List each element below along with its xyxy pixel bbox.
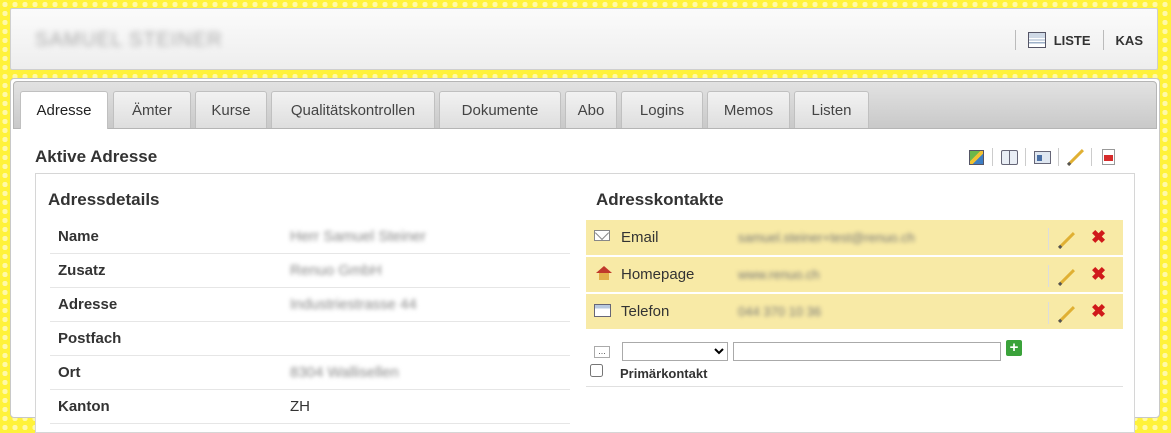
card-button[interactable] [1029, 147, 1055, 167]
detail-value: Industriestrasse 44 [290, 296, 417, 313]
contact-row-telefon: Telefon 044 370 10 36 ✖ [586, 294, 1123, 331]
table-row: Kanton ZH [50, 390, 570, 424]
contacts-title: Adresskontakte [596, 190, 724, 209]
main-panel: Adresse Ämter Kurse Qualitätskontrollen … [10, 78, 1160, 433]
top-nav: LISTE KAS [1003, 30, 1143, 50]
pencil-icon [1058, 269, 1075, 286]
add-contact-row: ... + Primärkontakt [586, 338, 1123, 387]
table-row: Postfach [50, 322, 570, 356]
row-divider [1048, 265, 1049, 287]
address-content: Adressdetails Name Herr Samuel Steiner Z… [35, 173, 1135, 433]
table-row: Ort 8304 Wallisellen [50, 356, 570, 390]
nav-liste-label: LISTE [1053, 32, 1091, 48]
contact-value: www.renuo.ch [738, 267, 820, 282]
nav-kas[interactable]: KAS [1116, 33, 1143, 48]
image-icon [968, 149, 984, 165]
table-row: Name Herr Samuel Steiner [50, 220, 570, 254]
tab-strip: Adresse Ämter Kurse Qualitätskontrollen … [13, 81, 1157, 129]
contact-value: 044 370 10 36 [738, 304, 822, 319]
image-button[interactable] [963, 147, 989, 167]
contact-label: Homepage [621, 266, 695, 283]
row-divider [1048, 302, 1049, 324]
table-row: Zusatz Renuo GmbH [50, 254, 570, 288]
tab-abo[interactable]: Abo [565, 91, 617, 128]
toolbar-divider [1091, 148, 1092, 166]
pencil-icon [1058, 306, 1075, 323]
contact-row-homepage: Homepage www.renuo.ch ✖ [586, 257, 1123, 294]
person-name: SAMUEL STEINER [35, 29, 223, 51]
delete-contact-button[interactable]: ✖ [1091, 227, 1106, 248]
detail-label: Adresse [58, 296, 118, 313]
tab-logins[interactable]: Logins [621, 91, 703, 128]
tab-kurse[interactable]: Kurse [195, 91, 267, 128]
phone-glyph [594, 304, 611, 317]
delete-contact-button[interactable]: ✖ [1091, 301, 1106, 322]
detail-label: Name [58, 228, 99, 245]
primary-contact-checkbox[interactable] [590, 364, 603, 377]
detail-label: Ort [58, 364, 81, 381]
tab-memos[interactable]: Memos [707, 91, 790, 128]
detail-label: Zusatz [58, 262, 106, 279]
detail-label: Kanton [58, 398, 110, 415]
contact-value-input[interactable] [733, 342, 1001, 361]
contacts-list: Email samuel.steiner+test@renuo.ch ✖ Hom… [586, 220, 1123, 387]
tab-adresse[interactable]: Adresse [20, 91, 108, 129]
card-icon [1033, 150, 1051, 164]
detail-value: Herr Samuel Steiner [290, 228, 426, 245]
nav-divider [1014, 30, 1016, 50]
header-bar: SAMUEL STEINER LISTE KAS [10, 8, 1158, 70]
toolbar-divider [992, 148, 993, 166]
pdf-icon [1101, 149, 1115, 165]
toolbar-divider [1025, 148, 1026, 166]
contact-type-select[interactable] [622, 342, 728, 361]
delete-contact-button[interactable]: ✖ [1091, 264, 1106, 285]
add-contact-button[interactable]: + [1006, 340, 1022, 356]
detail-value: ZH [290, 398, 310, 415]
nav-divider [1102, 30, 1104, 50]
tab-listen[interactable]: Listen [794, 91, 869, 128]
mail-glyph [594, 230, 610, 241]
detail-value: 8304 Wallisellen [290, 364, 399, 381]
nav-kas-label: KAS [1115, 32, 1143, 48]
detail-label: Postfach [58, 330, 122, 347]
toolbar-divider [1058, 148, 1059, 166]
address-toolbar [963, 147, 1121, 167]
contact-row-email: Email samuel.steiner+test@renuo.ch ✖ [586, 220, 1123, 257]
home-icon [596, 266, 612, 280]
phone-icon [594, 304, 611, 317]
home-glyph [596, 266, 612, 280]
table-row: Adresse Industriestrasse 44 [50, 288, 570, 322]
detail-value: Renuo GmbH [290, 262, 382, 279]
contact-label: Email [621, 229, 659, 246]
edit-contact-button[interactable] [1056, 266, 1077, 286]
edit-contact-button[interactable] [1056, 303, 1077, 323]
list-icon [1027, 32, 1046, 48]
edit-contact-button[interactable] [1056, 229, 1077, 249]
tab-qualitaetskontrollen[interactable]: Qualitätskontrollen [271, 91, 435, 128]
edit-address-button[interactable] [1062, 147, 1088, 167]
details-title: Adressdetails [48, 190, 160, 209]
contact-value: samuel.steiner+test@renuo.ch [738, 230, 915, 245]
contact-label: Telefon [621, 303, 670, 320]
book-icon [1000, 149, 1018, 165]
pencil-icon [1066, 148, 1084, 166]
nav-liste[interactable]: LISTE [1027, 32, 1091, 48]
details-table: Name Herr Samuel Steiner Zusatz Renuo Gm… [50, 220, 570, 424]
mail-icon [594, 230, 610, 241]
row-divider [1048, 228, 1049, 250]
primary-contact-label: Primärkontakt [620, 366, 708, 381]
more-icon: ... [594, 346, 610, 358]
section-title: Aktive Adresse [35, 147, 158, 166]
tab-dokumente[interactable]: Dokumente [439, 91, 561, 128]
tab-aemter[interactable]: Ämter [113, 91, 191, 128]
pencil-icon [1058, 232, 1075, 249]
book-button[interactable] [996, 147, 1022, 167]
pdf-button[interactable] [1095, 147, 1121, 167]
